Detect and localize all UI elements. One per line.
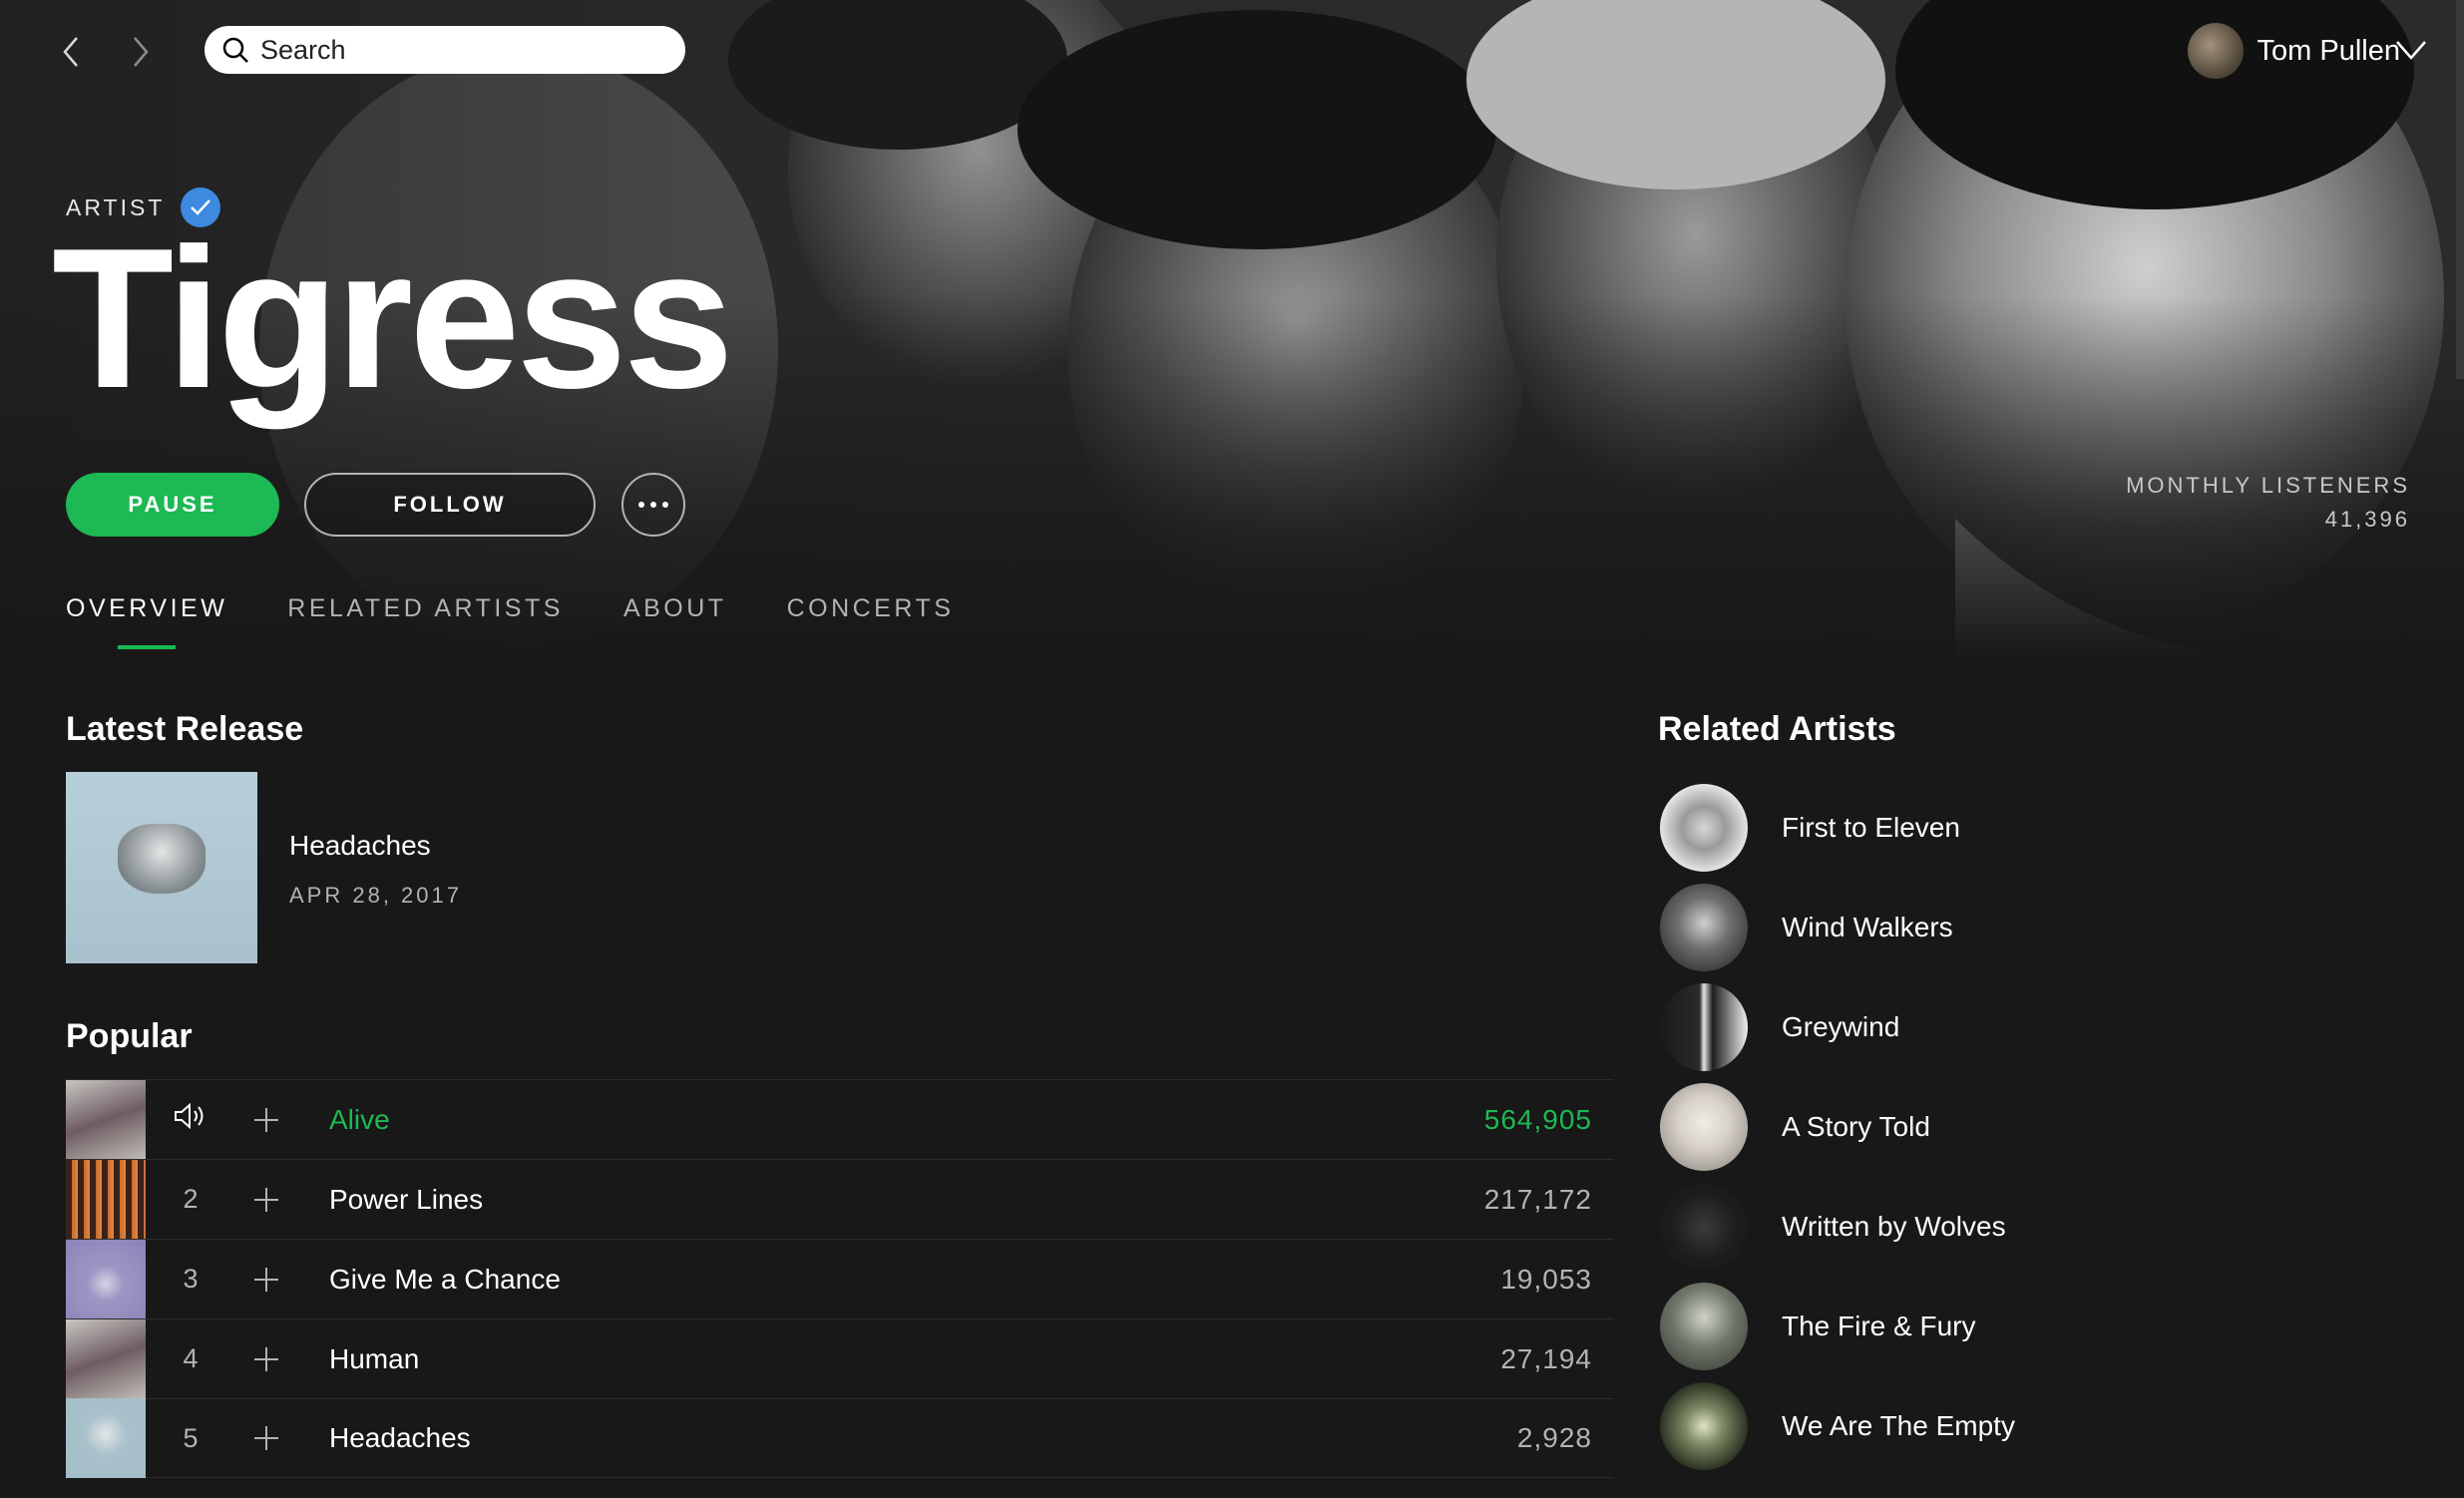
add-track-button[interactable] (249, 1103, 283, 1137)
search-bar[interactable] (205, 26, 685, 74)
track-title: Alive (329, 1103, 390, 1135)
track-thumbnail (66, 1398, 146, 1478)
related-artist-avatar (1660, 1183, 1748, 1271)
tab-related-artists[interactable]: RELATED ARTISTS (287, 594, 564, 649)
plus-icon (254, 1426, 278, 1450)
latest-release-title[interactable]: Headaches (289, 830, 431, 862)
related-artist-item[interactable]: Greywind (1660, 977, 2015, 1077)
related-artist-avatar (1660, 1283, 1748, 1370)
monthly-listeners-label: MONTHLY LISTENERS (2126, 473, 2410, 498)
track-title: Human (329, 1342, 420, 1374)
track-number: 4 (183, 1343, 199, 1373)
related-artist-avatar (1660, 784, 1748, 872)
back-button[interactable] (50, 30, 94, 74)
chevron-left-icon (63, 37, 78, 67)
tab-about[interactable]: ABOUT (623, 594, 727, 649)
related-artist-avatar (1660, 983, 1748, 1071)
latest-release-date: APR 28, 2017 (289, 883, 462, 908)
track-plays: 19,053 (1500, 1263, 1592, 1295)
latest-release-heading: Latest Release (66, 710, 304, 748)
track-playing-indicator (166, 1101, 215, 1138)
track-plays: 564,905 (1483, 1103, 1592, 1135)
related-artist-item[interactable]: Wind Walkers (1660, 878, 2015, 977)
track-plays: 217,172 (1483, 1183, 1592, 1215)
related-artists-heading: Related Artists (1658, 710, 1896, 748)
plus-icon (254, 1346, 278, 1371)
related-artist-avatar (1660, 1083, 1748, 1171)
avatar (2187, 23, 2244, 79)
more-options-button[interactable] (621, 473, 685, 537)
chevron-down-icon[interactable] (2394, 38, 2428, 62)
track-thumbnail (66, 1079, 146, 1160)
related-artist-item[interactable]: A Story Told (1660, 1077, 2015, 1177)
related-artist-name: Greywind (1782, 1011, 1900, 1042)
related-artists-list: First to Eleven Wind Walkers Greywind A … (1660, 778, 2015, 1476)
track-number: 2 (183, 1184, 199, 1214)
tab-overview[interactable]: OVERVIEW (66, 594, 227, 649)
track-title: Headaches (329, 1422, 471, 1453)
related-artist-name: Wind Walkers (1782, 912, 1953, 942)
monthly-listeners-value: 41,396 (2324, 507, 2410, 532)
popular-tracks: Alive 564,905 2 Power Lines 217,172 3 Gi… (66, 1079, 1614, 1478)
related-artist-item[interactable]: We Are The Empty (1660, 1376, 2015, 1476)
more-icon (638, 502, 668, 508)
track-thumbnail (66, 1239, 146, 1319)
related-artist-name: A Story Told (1782, 1111, 1930, 1142)
track-number: 3 (183, 1264, 199, 1294)
plus-icon (254, 1267, 278, 1292)
cover-art (118, 824, 205, 894)
forward-button[interactable] (118, 30, 162, 74)
track-thumbnail (66, 1159, 146, 1240)
track-row[interactable]: 5 Headaches 2,928 (66, 1398, 1614, 1478)
add-track-button[interactable] (249, 1342, 283, 1376)
track-title: Give Me a Chance (329, 1263, 561, 1295)
speaker-icon (175, 1102, 204, 1130)
pause-button[interactable]: PAUSE (66, 473, 279, 537)
related-artist-item[interactable]: Written by Wolves (1660, 1177, 2015, 1277)
track-row[interactable]: 3 Give Me a Chance 19,053 (66, 1239, 1614, 1319)
popular-heading: Popular (66, 1017, 193, 1055)
related-artist-avatar (1660, 884, 1748, 971)
track-row[interactable]: 2 Power Lines 217,172 (66, 1159, 1614, 1240)
related-artist-name: First to Eleven (1782, 812, 1960, 843)
track-number: 5 (183, 1422, 199, 1453)
add-track-button[interactable] (249, 1263, 283, 1297)
track-thumbnail (66, 1318, 146, 1399)
artist-tabs: OVERVIEW RELATED ARTISTS ABOUT CONCERTS (66, 594, 1014, 649)
artist-name: Tigress (52, 207, 734, 430)
related-artist-item[interactable]: The Fire & Fury (1660, 1277, 2015, 1376)
track-row[interactable]: Alive 564,905 (66, 1079, 1614, 1160)
follow-button[interactable]: FOLLOW (304, 473, 596, 537)
track-row[interactable]: 4 Human 27,194 (66, 1318, 1614, 1399)
related-artist-item[interactable]: First to Eleven (1660, 778, 2015, 878)
track-plays: 2,928 (1516, 1422, 1592, 1453)
add-track-button[interactable] (249, 1183, 283, 1217)
user-menu[interactable]: Tom Pullen (2187, 22, 2400, 80)
tab-concerts[interactable]: CONCERTS (787, 594, 955, 649)
scrollbar[interactable] (2456, 0, 2464, 379)
add-track-button[interactable] (249, 1421, 283, 1455)
chevron-right-icon (134, 37, 149, 67)
user-name: Tom Pullen (2257, 34, 2400, 67)
track-title: Power Lines (329, 1183, 484, 1215)
related-artist-name: The Fire & Fury (1782, 1311, 1976, 1341)
related-artist-name: Written by Wolves (1782, 1211, 2006, 1242)
related-artist-name: We Are The Empty (1782, 1410, 2015, 1441)
monthly-listeners: MONTHLY LISTENERS 41,396 (2126, 473, 2410, 533)
latest-release-cover[interactable] (66, 772, 257, 963)
track-plays: 27,194 (1500, 1342, 1592, 1374)
search-input[interactable] (260, 34, 659, 66)
plus-icon (254, 1187, 278, 1212)
plus-icon (254, 1107, 278, 1132)
search-icon (222, 37, 248, 63)
related-artist-avatar (1660, 1382, 1748, 1470)
